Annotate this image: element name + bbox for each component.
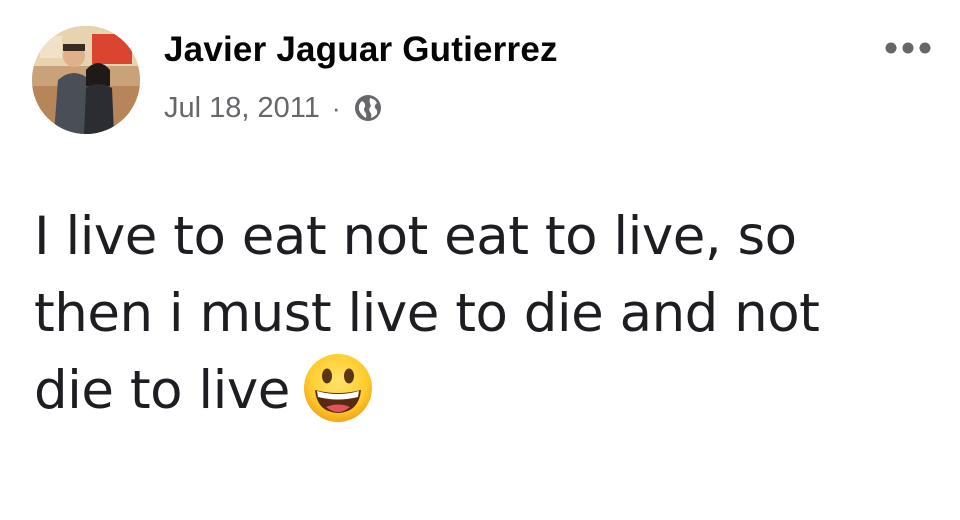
post-date[interactable]: Jul 18, 2011 [164, 92, 320, 125]
meta-separator: · [331, 92, 341, 123]
post-message: I live to eat not eat to live, so then i… [34, 198, 914, 429]
post-meta: Jul 18, 2011 · [164, 90, 383, 126]
avatar-photo [32, 26, 140, 134]
post-message-text: I live to eat not eat to live, so then i… [34, 206, 820, 421]
grinning-face-emoji [302, 352, 374, 424]
author-name[interactable]: Javier Jaguar Gutierrez [164, 30, 558, 70]
more-options-icon [885, 42, 931, 54]
more-options-button[interactable] [882, 34, 934, 62]
post-card: Javier Jaguar Gutierrez Jul 18, 2011 · I… [0, 0, 960, 520]
author-avatar[interactable] [32, 26, 140, 134]
globe-icon[interactable] [353, 93, 383, 123]
